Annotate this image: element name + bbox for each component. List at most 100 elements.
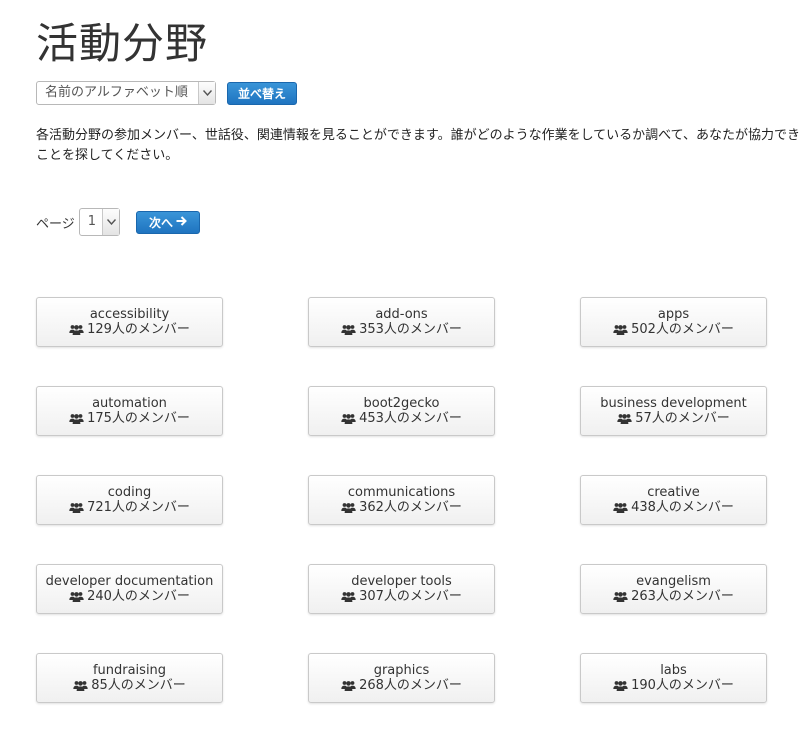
group-name: creative [647, 485, 700, 500]
group-card[interactable]: accessibility 129 人のメンバー [36, 297, 223, 347]
group-member-count: 268 人のメンバー [309, 678, 494, 693]
users-icon [341, 325, 356, 335]
group-card[interactable]: graphics 268 人のメンバー [308, 653, 495, 703]
member-count-value: 268 [359, 678, 384, 693]
group-name: developer documentation [45, 574, 214, 589]
group-member-count: 362 人のメンバー [309, 500, 494, 515]
users-icon [69, 503, 84, 513]
users-icon [613, 681, 628, 691]
group-member-count: 453 人のメンバー [309, 411, 494, 426]
users-icon [613, 503, 628, 513]
member-count-value: 263 [631, 589, 656, 604]
users-icon [69, 325, 84, 335]
member-count-value: 307 [359, 589, 384, 604]
sort-button[interactable]: 並べ替え [227, 81, 298, 105]
member-count-suffix: 人のメンバー [111, 322, 190, 337]
member-count-suffix: 人のメンバー [655, 589, 734, 604]
group-member-count: 438 人のメンバー [581, 500, 766, 515]
group-card[interactable]: apps 502 人のメンバー [580, 297, 767, 347]
users-icon [69, 592, 84, 602]
pager: ページ 1 次へ [36, 208, 201, 236]
users-icon [341, 414, 356, 424]
users-icon [73, 681, 88, 691]
group-member-count: 502 人のメンバー [581, 322, 766, 337]
sort-controls: 名前のアルファベット順 並べ替え [36, 81, 298, 105]
group-name: automation [92, 396, 167, 411]
group-member-count: 85 人のメンバー [37, 678, 222, 693]
users-icon [613, 592, 628, 602]
users-icon [341, 592, 356, 602]
group-name: business development [600, 396, 747, 411]
group-member-count: 263 人のメンバー [581, 589, 766, 604]
member-count-value: 85 [91, 678, 108, 693]
chevron-down-icon [102, 209, 120, 235]
page-select-value: 1 [87, 214, 97, 229]
pager-label: ページ [36, 216, 75, 232]
group-member-count: 175 人のメンバー [37, 411, 222, 426]
member-count-suffix: 人のメンバー [383, 411, 462, 426]
member-count-value: 240 [87, 589, 112, 604]
group-card[interactable]: evangelism 263 人のメンバー [580, 564, 767, 614]
member-count-suffix: 人のメンバー [383, 322, 462, 337]
group-member-count: 190 人のメンバー [581, 678, 766, 693]
group-card[interactable]: developer tools 307 人のメンバー [308, 564, 495, 614]
group-card[interactable]: business development 57 人のメンバー [580, 386, 767, 436]
next-page-button[interactable]: 次へ [136, 210, 201, 234]
member-count-suffix: 人のメンバー [383, 678, 462, 693]
member-count-suffix: 人のメンバー [111, 500, 190, 515]
member-count-suffix: 人のメンバー [107, 678, 186, 693]
users-icon [613, 325, 628, 335]
member-count-value: 438 [631, 500, 656, 515]
group-name: add-ons [375, 307, 428, 322]
member-count-value: 353 [359, 322, 384, 337]
group-card[interactable]: labs 190 人のメンバー [580, 653, 767, 703]
group-name: communications [347, 485, 456, 500]
member-count-suffix: 人のメンバー [651, 411, 730, 426]
member-count-value: 57 [635, 411, 652, 426]
arrow-right-icon [176, 215, 187, 230]
group-name: coding [107, 485, 152, 500]
group-member-count: 57 人のメンバー [581, 411, 766, 426]
group-name: apps [657, 307, 690, 322]
page-select[interactable]: 1 [78, 208, 121, 236]
group-card[interactable]: add-ons 353 人のメンバー [308, 297, 495, 347]
member-count-suffix: 人のメンバー [383, 589, 462, 604]
page-description: 各活動分野の参加メンバー、世話役、関連情報を見ることができます。誰がどのような作… [36, 128, 800, 163]
group-name: developer tools [351, 574, 452, 589]
page-title: 活動分野 [36, 19, 209, 68]
group-card[interactable]: fundraising 85 人のメンバー [36, 653, 223, 703]
member-count-value: 362 [359, 500, 384, 515]
member-count-suffix: 人のメンバー [383, 500, 462, 515]
group-name: graphics [373, 663, 430, 678]
group-member-count: 721 人のメンバー [37, 500, 222, 515]
next-page-label: 次へ [149, 215, 174, 230]
group-card[interactable]: coding 721 人のメンバー [36, 475, 223, 525]
users-icon [617, 414, 632, 424]
users-icon [341, 681, 356, 691]
group-card[interactable]: automation 175 人のメンバー [36, 386, 223, 436]
sort-select-value: 名前のアルファベット順 [45, 85, 188, 100]
group-card[interactable]: developer documentation 240 人のメンバー [36, 564, 223, 614]
group-member-count: 129 人のメンバー [37, 322, 222, 337]
group-name: accessibility [89, 307, 170, 322]
group-card[interactable]: communications 362 人のメンバー [308, 475, 495, 525]
member-count-value: 721 [87, 500, 112, 515]
users-icon [341, 503, 356, 513]
page: 活動分野 名前のアルファベット順 並べ替え 各活動分野の参加メンバー、世話役、関… [0, 0, 800, 742]
group-name: labs [660, 663, 687, 678]
member-count-suffix: 人のメンバー [655, 500, 734, 515]
sort-select[interactable]: 名前のアルファベット順 [36, 81, 216, 105]
group-card[interactable]: creative 438 人のメンバー [580, 475, 767, 525]
member-count-value: 453 [359, 411, 384, 426]
member-count-suffix: 人のメンバー [655, 678, 734, 693]
group-member-count: 240 人のメンバー [37, 589, 222, 604]
users-icon [69, 414, 84, 424]
member-count-value: 190 [631, 678, 656, 693]
group-name: evangelism [636, 574, 711, 589]
member-count-suffix: 人のメンバー [655, 322, 734, 337]
group-name: boot2gecko [363, 396, 440, 411]
member-count-value: 175 [87, 411, 112, 426]
member-count-suffix: 人のメンバー [111, 411, 190, 426]
member-count-suffix: 人のメンバー [111, 589, 190, 604]
group-card[interactable]: boot2gecko 453 人のメンバー [308, 386, 495, 436]
